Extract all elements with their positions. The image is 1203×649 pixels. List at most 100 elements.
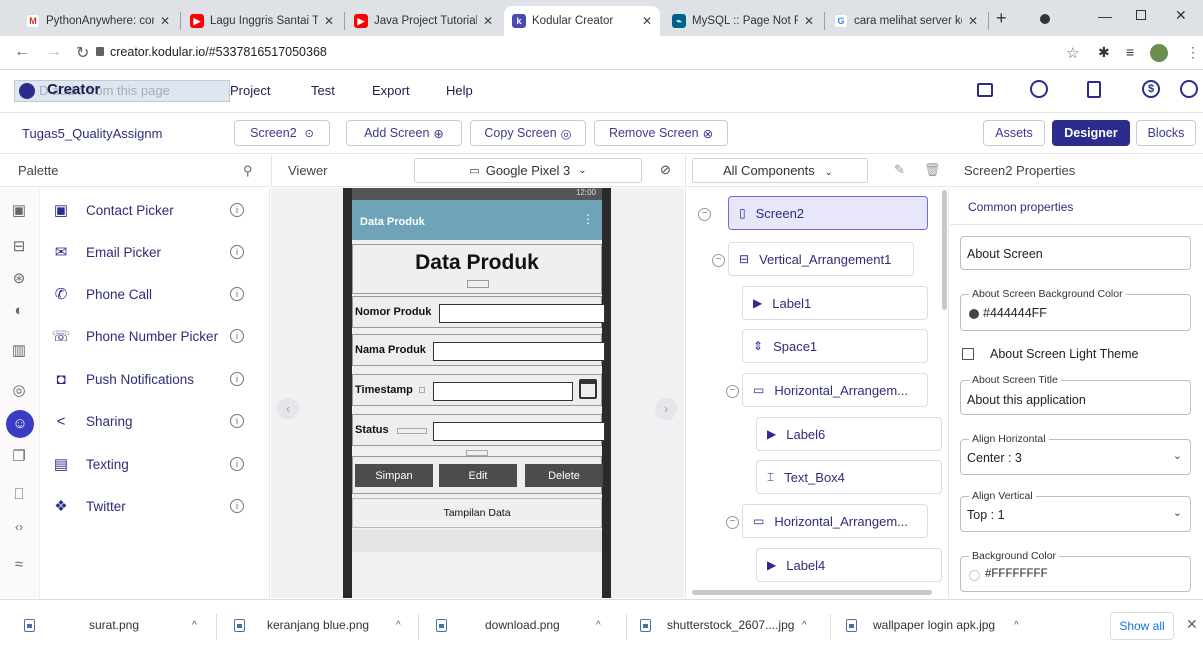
social-icon[interactable]: ☺ bbox=[6, 410, 34, 438]
background-color-field[interactable]: Background Color #FFFFFFFF bbox=[960, 550, 1191, 592]
compass-icon[interactable]: ◎ bbox=[8, 380, 30, 402]
light-theme-checkbox[interactable] bbox=[962, 348, 974, 360]
component-label6[interactable]: ▶ Label6 bbox=[756, 417, 942, 451]
url-field[interactable]: creator.kodular.io/#5337816517050368 bbox=[110, 45, 327, 59]
info-icon[interactable]: i bbox=[230, 457, 244, 471]
component-text-box4[interactable]: ⌶ Text_Box4 bbox=[756, 460, 942, 494]
close-icon[interactable]: ✕ bbox=[1186, 616, 1198, 633]
calendar-icon[interactable] bbox=[579, 379, 597, 399]
storage-icon[interactable]: ❐ bbox=[8, 446, 30, 468]
menu-test[interactable]: Test bbox=[311, 83, 335, 98]
delete-icon[interactable]: 🗑︎ bbox=[924, 162, 941, 178]
info-icon[interactable]: i bbox=[230, 414, 244, 428]
layout-icon[interactable]: ▣ bbox=[8, 200, 30, 222]
collapse-icon[interactable]: − bbox=[698, 208, 711, 221]
components-filter[interactable]: All Components ⌄ bbox=[692, 158, 868, 183]
download-item[interactable]: keranjang blue.png ^ bbox=[234, 614, 401, 636]
align-vertical-select[interactable]: Align Vertical Top : 1 ⌄ bbox=[960, 490, 1191, 532]
horizontal-scrollbar[interactable] bbox=[692, 590, 932, 595]
info-icon[interactable]: i bbox=[230, 499, 244, 513]
next-arrow-icon[interactable]: › bbox=[655, 398, 677, 420]
menu-icon[interactable]: ⋮ bbox=[1186, 44, 1200, 61]
add-screen-button[interactable]: Add Screen ⊕ bbox=[346, 120, 462, 146]
menu-project[interactable]: Project bbox=[230, 83, 270, 98]
vertical-scrollbar[interactable] bbox=[942, 190, 947, 310]
close-icon[interactable]: ✕ bbox=[324, 14, 334, 28]
palette-item-phone-number-picker[interactable]: ☏ Phone Number Picker i bbox=[50, 321, 244, 351]
account-icon[interactable] bbox=[1180, 80, 1198, 98]
map-icon[interactable]: ▥ bbox=[8, 340, 30, 362]
menu-export[interactable]: Export bbox=[372, 83, 410, 98]
about-title-field[interactable]: About Screen Title About this applicatio… bbox=[960, 374, 1191, 415]
chevron-up-icon[interactable]: ^ bbox=[192, 620, 197, 631]
reload-icon[interactable]: ↻ bbox=[76, 43, 89, 63]
download-item[interactable]: download.png ^ bbox=[436, 614, 601, 636]
rss-icon[interactable]: ≈ bbox=[8, 554, 30, 576]
download-item[interactable]: shutterstock_2607....jpg ^ bbox=[640, 614, 807, 636]
remove-screen-button[interactable]: Remove Screen ⊗ bbox=[594, 120, 728, 146]
about-bg-color-field[interactable]: About Screen Background Color #444444FF bbox=[960, 288, 1191, 331]
designer-button[interactable]: Designer bbox=[1052, 120, 1130, 146]
browser-tab[interactable]: ⌁ MySQL :: Page Not Fou ✕ bbox=[664, 6, 822, 36]
table-icon[interactable]: ⊟ bbox=[8, 236, 30, 258]
delete-button[interactable]: Delete bbox=[525, 464, 603, 487]
common-properties-tab[interactable]: Common properties bbox=[968, 200, 1073, 214]
screen-selector[interactable]: Screen2 ⊙ bbox=[234, 120, 330, 146]
profile-icon[interactable] bbox=[1040, 14, 1050, 24]
about-screen-field[interactable]: About Screen bbox=[960, 236, 1191, 270]
visibility-off-icon[interactable]: ⊘ bbox=[660, 162, 671, 178]
briefcase-icon[interactable]: ⎕ bbox=[8, 484, 30, 506]
new-tab-icon[interactable]: + bbox=[996, 8, 1007, 29]
device-selector[interactable]: ▭ Google Pixel 3 ⌄ bbox=[414, 158, 642, 183]
copy-screen-button[interactable]: Copy Screen ◎ bbox=[470, 120, 586, 146]
info-icon[interactable]: i bbox=[230, 372, 244, 386]
logo-area[interactable]: D audio from this page Creator bbox=[14, 80, 230, 102]
close-icon[interactable]: ✕ bbox=[642, 14, 652, 28]
info-icon[interactable]: i bbox=[230, 287, 244, 301]
info-icon[interactable]: i bbox=[230, 245, 244, 259]
component-horizontal-arrangement[interactable]: ▭ Horizontal_Arrangem... bbox=[742, 373, 928, 407]
reading-list-icon[interactable]: ≡ bbox=[1126, 44, 1134, 60]
back-icon[interactable]: ← bbox=[14, 43, 30, 61]
code-icon[interactable]: ‹› bbox=[8, 516, 30, 538]
extensions-icon[interactable]: ✱ bbox=[1098, 44, 1110, 61]
text-box[interactable] bbox=[433, 342, 605, 361]
palette-item-texting[interactable]: ▤ Texting i bbox=[50, 449, 244, 479]
dollar-icon[interactable]: $ bbox=[1142, 80, 1160, 98]
browser-tab[interactable]: G cara melihat server ko ✕ bbox=[826, 6, 986, 36]
close-window-icon[interactable]: ✕ bbox=[1175, 7, 1187, 24]
browser-tab-active[interactable]: k Kodular Creator ✕ bbox=[504, 6, 660, 36]
component-vertical-arrangement1[interactable]: ⊟ Vertical_Arrangement1 bbox=[728, 242, 914, 276]
overflow-menu-icon[interactable]: ⋮ bbox=[582, 212, 594, 226]
component-label1[interactable]: ▶ Label1 bbox=[742, 286, 928, 320]
collapse-icon[interactable]: − bbox=[712, 254, 725, 267]
browser-tab[interactable]: ▶ Java Project Tutorial - ✕ bbox=[346, 6, 501, 36]
simpan-button[interactable]: Simpan bbox=[355, 464, 433, 487]
drawing-icon[interactable]: ◐ bbox=[8, 300, 30, 322]
media-icon[interactable]: ⊛ bbox=[8, 268, 30, 290]
close-icon[interactable]: ✕ bbox=[160, 14, 170, 28]
text-box[interactable] bbox=[433, 422, 605, 441]
minimize-icon[interactable]: — bbox=[1098, 8, 1112, 24]
component-label4[interactable]: ▶ Label4 bbox=[756, 548, 942, 582]
chevron-up-icon[interactable]: ^ bbox=[596, 620, 601, 631]
component-screen2[interactable]: ▯ Screen2 bbox=[728, 196, 928, 230]
chevron-up-icon[interactable]: ^ bbox=[802, 620, 807, 631]
component-horizontal-arrangement[interactable]: ▭ Horizontal_Arrangem... bbox=[742, 504, 928, 538]
palette-item-push-notifications[interactable]: ◘ Push Notifications i bbox=[50, 364, 244, 394]
info-icon[interactable]: i bbox=[230, 329, 244, 343]
assets-button[interactable]: Assets bbox=[983, 120, 1045, 146]
search-icon[interactable]: ⚲ bbox=[243, 163, 253, 179]
browser-tab[interactable]: ▶ Lagu Inggris Santai Te ✕ bbox=[182, 6, 342, 36]
folder-icon[interactable] bbox=[977, 83, 993, 97]
blocks-button[interactable]: Blocks bbox=[1136, 120, 1196, 146]
chevron-up-icon[interactable]: ^ bbox=[1014, 620, 1019, 631]
phone-screen[interactable]: 12:00 Data Produk ⋮ Data Produk Nomor Pr… bbox=[352, 188, 605, 598]
star-icon[interactable]: ☆ bbox=[1066, 44, 1079, 62]
show-all-button[interactable]: Show all bbox=[1110, 612, 1174, 640]
component-space1[interactable]: ⇕ Space1 bbox=[742, 329, 928, 363]
edit-button[interactable]: Edit bbox=[439, 464, 517, 487]
palette-item-email-picker[interactable]: ✉ Email Picker i bbox=[50, 237, 244, 267]
forward-icon[interactable]: → bbox=[46, 43, 62, 61]
collapse-icon[interactable]: − bbox=[726, 516, 739, 529]
